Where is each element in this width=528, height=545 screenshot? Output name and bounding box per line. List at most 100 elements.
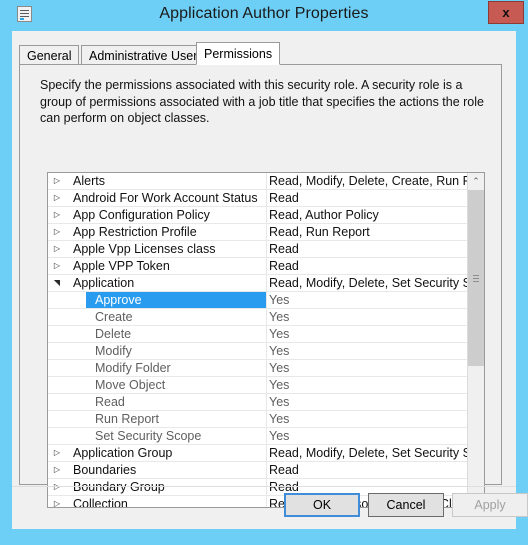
table-row[interactable]: Approve Yes	[48, 292, 468, 309]
table-row[interactable]: Modify Yes	[48, 343, 468, 360]
table-row[interactable]: ◢ Application Read, Modify, Delete, Set Se…	[48, 275, 484, 292]
tab-page-permissions: Specify the permissions associated with …	[19, 64, 502, 508]
row-name: Delete	[95, 327, 132, 341]
tab-general[interactable]: General	[19, 45, 80, 64]
row-value: Yes	[269, 310, 290, 324]
row-name: Android For Work Account Status	[73, 191, 258, 205]
table-row[interactable]: Read Yes	[48, 394, 468, 411]
column-divider	[266, 190, 267, 206]
expander-closed-icon[interactable]: ▷	[52, 482, 62, 492]
dialog-client-area: General Administrative Users Permissions…	[12, 31, 528, 529]
column-divider	[266, 258, 267, 274]
vertical-scrollbar[interactable]: ⌃ ⌄	[467, 173, 484, 507]
tab-permissions[interactable]: Permissions	[196, 42, 281, 65]
expander-closed-icon[interactable]: ▷	[52, 227, 62, 237]
row-name: Application	[73, 276, 135, 290]
row-name: Boundaries	[73, 463, 137, 477]
row-value: Yes	[269, 395, 290, 409]
table-row[interactable]: ▷ Apple Vpp Licenses class Read	[48, 241, 468, 258]
row-value: Read	[269, 463, 299, 477]
column-divider	[266, 445, 267, 461]
row-value: Yes	[269, 378, 290, 392]
table-row[interactable]: Move Object Yes	[48, 377, 468, 394]
expander-open-icon[interactable]: ◢	[52, 278, 62, 288]
row-name: Read	[95, 395, 125, 409]
column-divider	[266, 394, 267, 410]
row-name: Run Report	[95, 412, 159, 426]
table-row[interactable]: ▷ App Configuration Policy Read, Author Po…	[48, 207, 468, 224]
row-value: Read	[269, 242, 299, 256]
row-name: Alerts	[73, 174, 105, 188]
scroll-up-icon[interactable]: ⌃	[468, 173, 484, 190]
permissions-list[interactable]: ▷ Alerts Read, Modify, Delete, Create, Run…	[47, 172, 485, 508]
table-row[interactable]: ▷ Boundaries Read	[48, 462, 468, 479]
row-value: Read, Run Report	[269, 225, 370, 239]
row-value: Yes	[269, 293, 290, 307]
column-divider	[266, 207, 267, 223]
expander-closed-icon[interactable]: ▷	[52, 261, 62, 271]
table-row[interactable]: ▷ Android For Work Account Status Read	[48, 190, 468, 207]
column-divider	[266, 411, 267, 427]
row-name: App Restriction Profile	[73, 225, 197, 239]
row-name: Modify Folder	[95, 361, 171, 375]
row-name: App Configuration Policy	[73, 208, 210, 222]
expander-closed-icon[interactable]: ▷	[52, 465, 62, 475]
column-divider	[266, 462, 267, 478]
dialog-window: Application Author Properties x General …	[0, 0, 528, 545]
row-name: Apple VPP Token	[73, 259, 170, 273]
column-divider	[266, 292, 267, 308]
expander-closed-icon[interactable]: ▷	[52, 193, 62, 203]
column-divider	[266, 241, 267, 257]
table-row[interactable]: ▷ Apple VPP Token Read	[48, 258, 468, 275]
row-name: Application Group	[73, 446, 173, 460]
row-value: Yes	[269, 429, 290, 443]
table-row[interactable]: Delete Yes	[48, 326, 468, 343]
row-value: Yes	[269, 344, 290, 358]
row-value: Read, Author Policy	[269, 208, 379, 222]
close-button[interactable]: x	[488, 1, 524, 24]
description-text: Specify the permissions associated with …	[40, 78, 484, 125]
column-divider	[266, 428, 267, 444]
table-row[interactable]: Run Report Yes	[48, 411, 468, 428]
row-value: Read	[269, 259, 299, 273]
row-value: Read, Modify, Delete, Set Security Scope…	[269, 446, 484, 460]
row-value: Yes	[269, 327, 290, 341]
table-row[interactable]: ▷ App Restriction Profile Read, Run Report	[48, 224, 468, 241]
row-value: Read, Modify, Delete, Set Security Scope…	[269, 276, 484, 290]
apply-button: Apply	[452, 493, 528, 517]
table-row[interactable]: Create Yes	[48, 309, 468, 326]
column-divider	[266, 377, 267, 393]
row-name: Approve	[95, 293, 142, 307]
row-value: Yes	[269, 361, 290, 375]
table-row[interactable]: Set Security Scope Yes	[48, 428, 468, 445]
column-divider	[266, 309, 267, 325]
table-row[interactable]: Modify Folder Yes	[48, 360, 468, 377]
window-title: Application Author Properties	[159, 5, 369, 22]
expander-closed-icon[interactable]: ▷	[52, 210, 62, 220]
table-row[interactable]: ▷ Application Group Read, Modify, Delete, …	[48, 445, 484, 462]
column-divider	[266, 360, 267, 376]
expander-closed-icon[interactable]: ▷	[52, 176, 62, 186]
row-name: Apple Vpp Licenses class	[73, 242, 216, 256]
scrollbar-thumb[interactable]	[468, 190, 484, 366]
row-value: Read	[269, 191, 299, 205]
column-divider	[266, 173, 267, 189]
button-bar: OK Cancel Apply	[12, 493, 528, 529]
column-divider	[266, 343, 267, 359]
column-divider	[266, 326, 267, 342]
expander-closed-icon[interactable]: ▷	[52, 244, 62, 254]
button-bar-separator	[12, 486, 516, 487]
cancel-button[interactable]: Cancel	[368, 493, 444, 517]
permissions-rows: ▷ Alerts Read, Modify, Delete, Create, Run…	[48, 173, 484, 507]
row-name: Set Security Scope	[95, 429, 202, 443]
row-name: Move Object	[95, 378, 166, 392]
table-row[interactable]: ▷ Alerts Read, Modify, Delete, Create, Run…	[48, 173, 484, 190]
expander-closed-icon[interactable]: ▷	[52, 448, 62, 458]
column-divider	[266, 224, 267, 240]
row-value: Yes	[269, 412, 290, 426]
column-divider	[266, 275, 267, 291]
title-bar: Application Author Properties x	[0, 0, 528, 31]
row-name: Create	[95, 310, 133, 324]
tab-administrative-users[interactable]: Administrative Users	[81, 45, 212, 64]
ok-button[interactable]: OK	[284, 493, 360, 517]
